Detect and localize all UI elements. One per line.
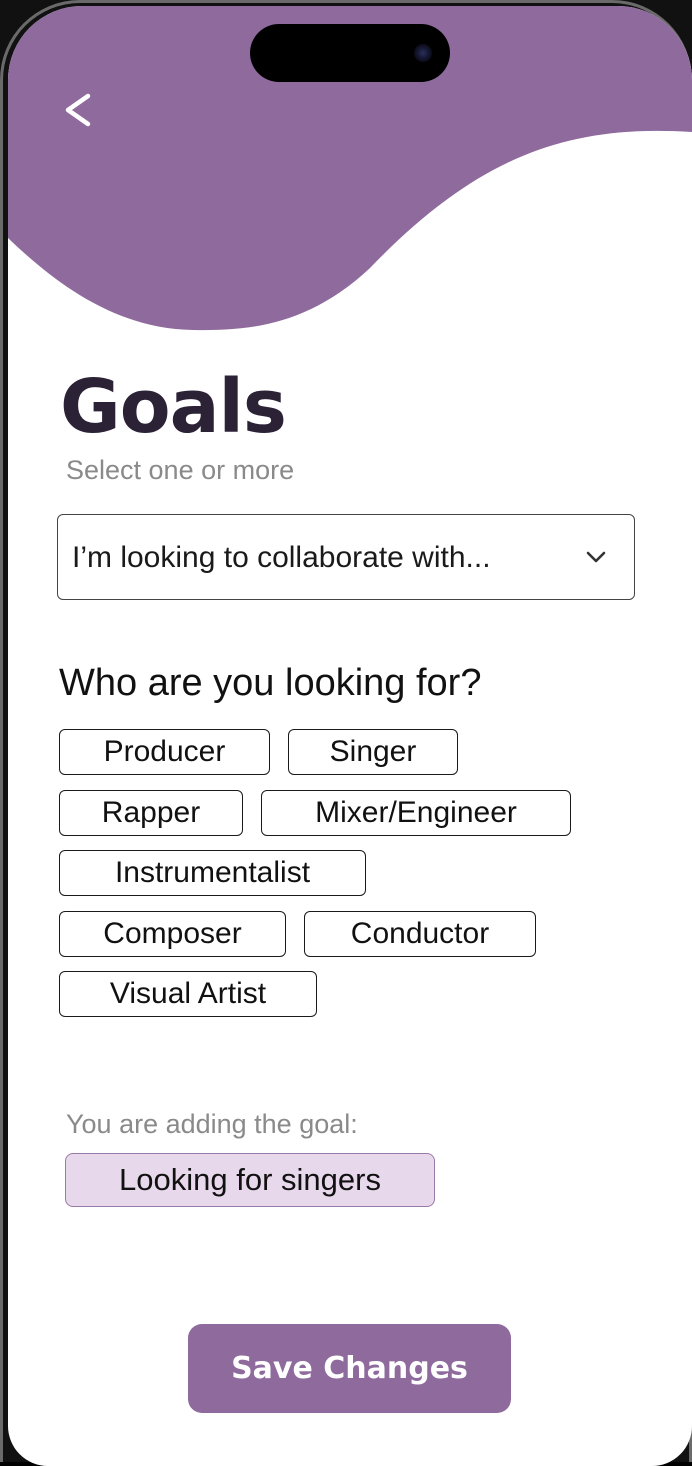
role-chip-conductor[interactable]: Conductor xyxy=(304,911,536,957)
save-changes-button[interactable]: Save Changes xyxy=(188,1324,511,1413)
role-chip-rapper[interactable]: Rapper xyxy=(59,790,243,836)
dropdown-value: I’m looking to collaborate with... xyxy=(72,541,491,574)
dynamic-island xyxy=(250,24,450,82)
role-chip-mixer-engineer[interactable]: Mixer/Engineer xyxy=(261,790,571,836)
chevron-left-icon xyxy=(65,93,91,127)
role-chip-visual-artist[interactable]: Visual Artist xyxy=(59,971,317,1017)
role-chip-producer[interactable]: Producer xyxy=(59,729,270,775)
selected-goal-chip: Looking for singers xyxy=(65,1153,435,1207)
role-chip-composer[interactable]: Composer xyxy=(59,911,286,957)
app-screen: Goals Select one or more I’m looking to … xyxy=(8,6,692,1466)
roles-heading: Who are you looking for? xyxy=(59,662,482,704)
chevron-down-icon xyxy=(586,551,606,563)
page-title: Goals xyxy=(60,364,287,450)
front-camera xyxy=(414,44,432,62)
goal-label: You are adding the goal: xyxy=(66,1109,358,1139)
role-chip-instrumentalist[interactable]: Instrumentalist xyxy=(59,850,366,896)
role-chip-singer[interactable]: Singer xyxy=(288,729,458,775)
collaborate-dropdown[interactable]: I’m looking to collaborate with... xyxy=(57,514,635,600)
phone-frame: Goals Select one or more I’m looking to … xyxy=(0,0,692,1466)
page-subtitle: Select one or more xyxy=(66,455,295,485)
back-button[interactable] xyxy=(58,86,102,134)
